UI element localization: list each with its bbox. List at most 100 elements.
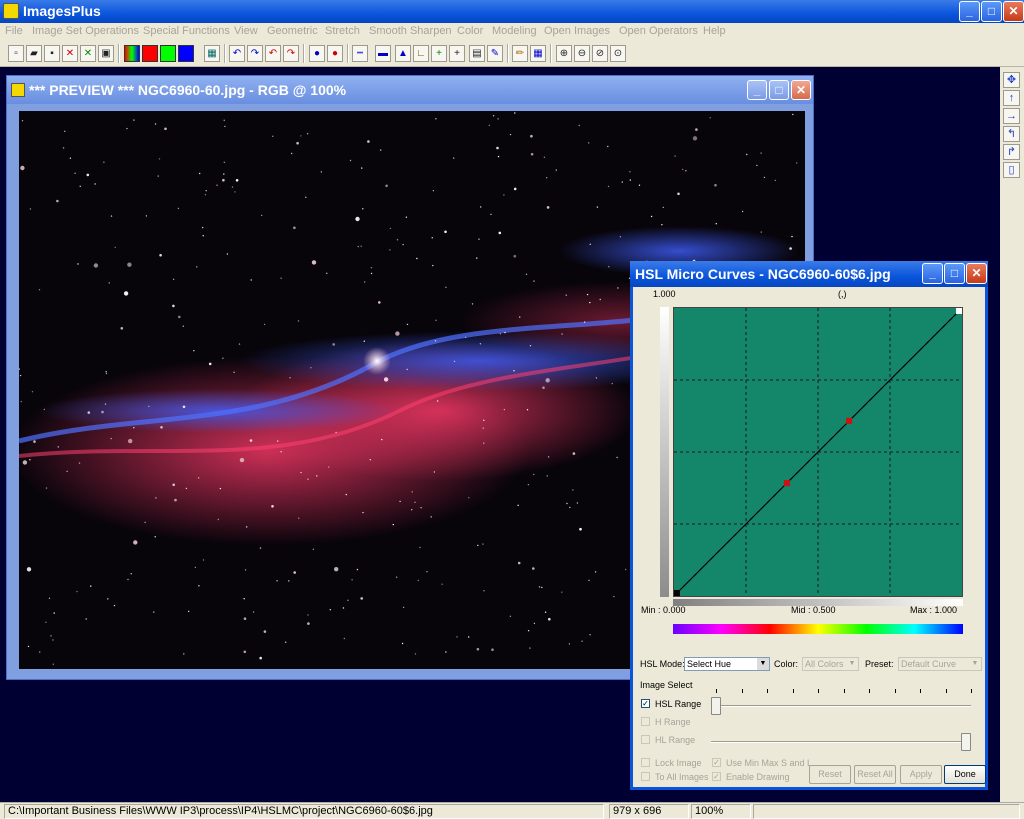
preview-maximize-button[interactable]: □ <box>769 80 789 100</box>
menu-file[interactable]: File <box>5 25 23 37</box>
curve-plot[interactable] <box>673 307 963 597</box>
hl-range-slider-track[interactable] <box>711 741 971 743</box>
menu-help[interactable]: Help <box>703 25 726 37</box>
close-all-icon[interactable]: ✕ <box>80 45 96 62</box>
zoom-fit-icon[interactable]: ⊘ <box>592 45 608 62</box>
open-icon[interactable]: ▰ <box>26 45 42 62</box>
rgb-icon[interactable] <box>124 45 140 62</box>
done-button[interactable]: Done <box>944 765 986 784</box>
mask-grid-icon[interactable]: ▦ <box>530 45 546 62</box>
red-icon[interactable] <box>142 45 158 62</box>
dialog-close-button[interactable]: ✕ <box>966 263 987 284</box>
hl-range-label: HL Range <box>655 735 696 745</box>
curve-control-point[interactable] <box>956 308 962 314</box>
pencil-icon[interactable]: ✎ <box>487 45 503 62</box>
right-toolbar: ✥ ↑ → ↰ ↱ ▯ <box>1000 67 1024 802</box>
delete-icon[interactable]: ✕ <box>62 45 78 62</box>
preview-minimize-button[interactable]: _ <box>747 80 767 100</box>
h-range-checkbox[interactable] <box>641 717 650 726</box>
slider-tick <box>792 689 794 693</box>
toolbar: ▫ ▰ ▪ ✕ ✕ ▣ ▦ ↶ ↷ ↶ ↷ ● ● ┅ ▬ ▲ ∟ + + ▤ … <box>0 41 1024 67</box>
page-icon[interactable]: ▯ <box>1003 162 1020 178</box>
lock-image-label: Lock Image <box>655 758 702 768</box>
zoom-out-icon[interactable]: ⊖ <box>574 45 590 62</box>
save-icon[interactable]: ▪ <box>44 45 60 62</box>
circle-icon[interactable]: ● <box>309 45 325 62</box>
menu-stretch[interactable]: Stretch <box>325 25 360 37</box>
slider-tick <box>741 689 743 693</box>
lock-image-checkbox[interactable] <box>641 758 650 767</box>
zoom-in-icon[interactable]: ⊕ <box>556 45 572 62</box>
preset-select[interactable]: Default Curve ▼ <box>898 657 982 671</box>
new-icon[interactable]: ▫ <box>8 45 24 62</box>
preview-close-button[interactable]: ✕ <box>791 80 811 100</box>
use-min-max-label: Use Min Max S and L <box>726 758 813 768</box>
hl-range-slider-thumb[interactable] <box>961 733 971 751</box>
status-zoom: 100% <box>691 804 751 819</box>
curve-plot-svg <box>673 307 963 597</box>
minimize-button[interactable]: _ <box>959 1 980 22</box>
redo-all-icon[interactable]: ↷ <box>283 45 299 62</box>
dialog-title-bar[interactable]: HSL Micro Curves - NGC6960-60$6.jpg _ □ … <box>630 261 988 287</box>
menu-smooth-sharpen[interactable]: Smooth Sharpen <box>369 25 452 37</box>
menu-view[interactable]: View <box>234 25 258 37</box>
up-icon[interactable]: ↑ <box>1003 90 1020 106</box>
curve-control-point[interactable] <box>783 480 790 487</box>
menu-open-images[interactable]: Open Images <box>544 25 610 37</box>
dialog-maximize-button[interactable]: □ <box>944 263 965 284</box>
reset-all-button[interactable]: Reset All <box>854 765 896 784</box>
menu-geometric[interactable]: Geometric <box>267 25 318 37</box>
color-select[interactable]: All Colors ▼ <box>802 657 859 671</box>
hsl-range-checkbox[interactable]: ✓ <box>641 699 650 708</box>
use-min-max-checkbox[interactable]: ✓ <box>712 758 721 767</box>
ellipse-icon[interactable]: ● <box>327 45 343 62</box>
apply-button[interactable]: Apply <box>900 765 942 784</box>
menu-open-operators[interactable]: Open Operators <box>619 25 698 37</box>
cross-icon[interactable]: + <box>431 45 447 62</box>
close-button[interactable]: ✕ <box>1003 1 1024 22</box>
reset-button[interactable]: Reset <box>809 765 851 784</box>
menu-bar: File Image Set Operations Special Functi… <box>0 23 1024 41</box>
redo-icon[interactable]: ↷ <box>247 45 263 62</box>
enable-drawing-checkbox[interactable]: ✓ <box>712 772 721 781</box>
hsl-range-slider-thumb[interactable] <box>711 697 721 715</box>
triangle-icon[interactable]: ▬ <box>375 45 391 62</box>
dialog-minimize-button[interactable]: _ <box>922 263 943 284</box>
chevron-down-icon: ▼ <box>969 658 981 670</box>
curve-control-point[interactable] <box>674 590 680 596</box>
to-all-images-checkbox[interactable] <box>641 772 650 781</box>
frame-icon[interactable]: + <box>449 45 465 62</box>
hsl-mode-select[interactable]: Select Hue ▼ <box>684 657 770 671</box>
move-icon[interactable]: ✥ <box>1003 72 1020 88</box>
menu-special-functions[interactable]: Special Functions <box>143 25 230 37</box>
green-icon[interactable] <box>160 45 176 62</box>
app-logo-icon <box>3 3 19 19</box>
vertical-gradient-bar <box>660 307 669 597</box>
line-icon[interactable]: ┅ <box>352 45 368 62</box>
undo-icon[interactable]: ↶ <box>229 45 245 62</box>
copy-icon[interactable]: ▣ <box>98 45 114 62</box>
crosshair-icon[interactable]: ∟ <box>413 45 429 62</box>
blue-icon[interactable] <box>178 45 194 62</box>
stack-icon[interactable]: ▤ <box>469 45 485 62</box>
hsl-range-slider-track[interactable] <box>711 705 971 707</box>
preview-title-bar[interactable]: *** PREVIEW *** NGC6960-60.jpg - RGB @ 1… <box>7 76 813 104</box>
status-file-path: C:\Important Business Files\WWW IP3\proc… <box>4 804 604 819</box>
zoom-100-icon[interactable]: ⊙ <box>610 45 626 62</box>
menu-color[interactable]: Color <box>457 25 483 37</box>
measure-icon[interactable]: ▲ <box>395 45 411 62</box>
rotate-left-icon[interactable]: ↰ <box>1003 126 1020 142</box>
undo-all-icon[interactable]: ↶ <box>265 45 281 62</box>
h-range-label: H Range <box>655 717 691 727</box>
menu-image-set-operations[interactable]: Image Set Operations <box>32 25 139 37</box>
menu-modeling[interactable]: Modeling <box>492 25 537 37</box>
grid-icon[interactable]: ▦ <box>204 45 220 62</box>
curve-control-point[interactable] <box>846 417 853 424</box>
right-icon[interactable]: → <box>1003 108 1020 124</box>
status-bar: C:\Important Business Files\WWW IP3\proc… <box>0 802 1024 819</box>
maximize-button[interactable]: □ <box>981 1 1002 22</box>
hl-range-checkbox[interactable] <box>641 735 650 744</box>
rotate-right-icon[interactable]: ↱ <box>1003 144 1020 160</box>
slider-tick <box>843 689 845 693</box>
mask-icon[interactable]: ✏ <box>512 45 528 62</box>
